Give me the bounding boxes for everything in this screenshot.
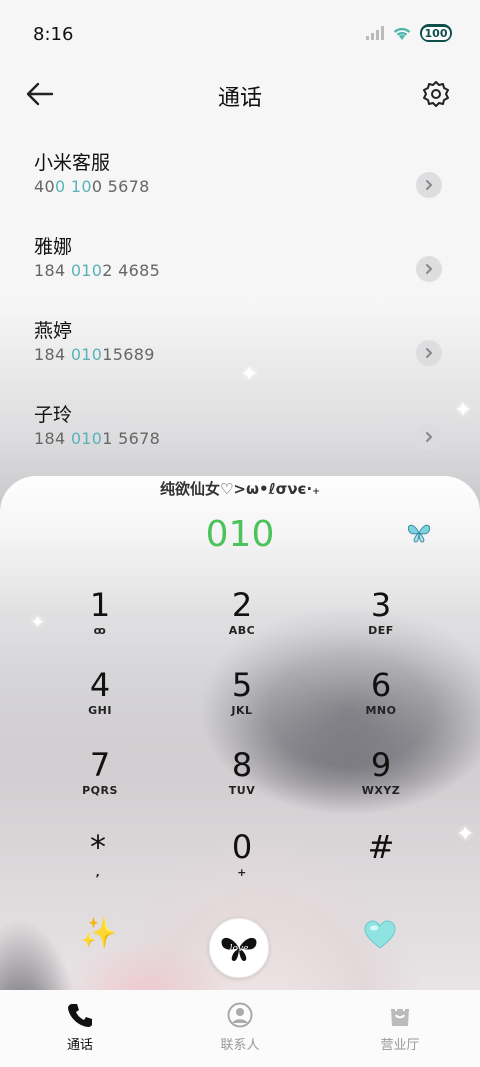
dial-key-9[interactable]: 9 WXYZ — [331, 746, 431, 816]
chevron-right-icon — [426, 348, 433, 358]
dialpad-panel: 纯欲仙女♡>ω•ℓσνє·₊ 010 1ꝏ 2 ABC 3 DEF 4 GHI 5 JK… — [0, 476, 480, 988]
app-header: 通话 — [0, 68, 480, 122]
nav-tab-calls[interactable]: 通话 — [0, 990, 160, 1067]
contact-row[interactable]: 雅娜 184 0102 4685 — [34, 234, 446, 304]
dial-key-6[interactable]: 6 MNO — [331, 666, 431, 736]
dial-key-8[interactable]: 8 TUV — [192, 746, 292, 816]
contact-name: 雅娜 — [34, 236, 73, 258]
contact-detail-button[interactable] — [416, 424, 442, 450]
dial-key-star[interactable]: *, — [48, 828, 148, 898]
chevron-right-icon — [426, 432, 433, 442]
dial-key-5[interactable]: 5 JKL — [192, 666, 292, 736]
dial-key-2[interactable]: 2 ABC — [192, 586, 292, 656]
dial-key-3[interactable]: 3 DEF — [331, 586, 431, 656]
status-bar: 8:16 100 — [0, 0, 480, 68]
heart-icon[interactable] — [364, 920, 396, 950]
dial-key-7[interactable]: 7 PQRS — [50, 746, 150, 816]
nav-label: 通话 — [66, 1038, 93, 1053]
contact-icon — [227, 1002, 253, 1028]
store-bag-icon — [391, 1002, 409, 1026]
svg-text:love: love — [230, 944, 249, 954]
call-button[interactable]: love — [209, 918, 269, 978]
contact-row[interactable]: 子玲 184 0101 5678 — [34, 402, 446, 472]
contact-detail-button[interactable] — [416, 172, 442, 198]
chevron-right-icon — [426, 264, 433, 274]
nav-tab-store[interactable]: 营业厅 — [320, 990, 480, 1067]
contact-number: 184 0101 5678 — [34, 429, 161, 448]
dial-key-hash[interactable]: # — [331, 828, 431, 898]
contact-name: 子玲 — [34, 404, 73, 426]
chevron-right-icon — [426, 180, 433, 190]
dial-key-4[interactable]: 4 GHI — [50, 666, 150, 736]
status-icons: 100 — [366, 24, 452, 42]
contact-detail-button[interactable] — [416, 256, 442, 282]
contact-name: 小米客服 — [34, 152, 111, 174]
contact-detail-button[interactable] — [416, 340, 442, 366]
gear-icon[interactable] — [422, 80, 450, 108]
contact-row[interactable]: 燕婷 184 01015689 — [34, 318, 446, 388]
contact-row[interactable]: 小米客服 400 100 5678 — [34, 150, 446, 220]
nav-label: 营业厅 — [380, 1038, 420, 1053]
battery-icon: 100 — [420, 24, 452, 42]
contact-number: 400 100 5678 — [34, 177, 150, 196]
wifi-icon — [393, 27, 411, 40]
dial-key-0[interactable]: 0 + — [192, 828, 292, 898]
butterfly-icon — [407, 524, 431, 543]
page-title: 通话 — [217, 86, 262, 111]
black-butterfly-call-icon: love — [221, 937, 257, 961]
nav-tab-contacts[interactable]: 联系人 — [160, 990, 320, 1067]
contact-name: 燕婷 — [34, 320, 73, 342]
status-time: 8:16 — [33, 24, 74, 45]
phone-icon — [68, 1004, 92, 1027]
theme-caption: 纯欲仙女♡>ω•ℓσνє·₊ — [159, 480, 321, 498]
sparkles-icon[interactable]: ✨ — [80, 916, 117, 952]
sparkle-decoration: ✦ — [454, 398, 473, 423]
dial-key-1[interactable]: 1ꝏ — [50, 586, 150, 656]
signal-icon — [366, 26, 384, 40]
nav-label: 联系人 — [220, 1038, 260, 1053]
bottom-navigation: 通话 联系人 营业厅 — [0, 990, 480, 1067]
contact-number: 184 01015689 — [34, 345, 155, 364]
contact-number: 184 0102 4685 — [34, 261, 161, 280]
battery-level: 100 — [421, 26, 451, 40]
